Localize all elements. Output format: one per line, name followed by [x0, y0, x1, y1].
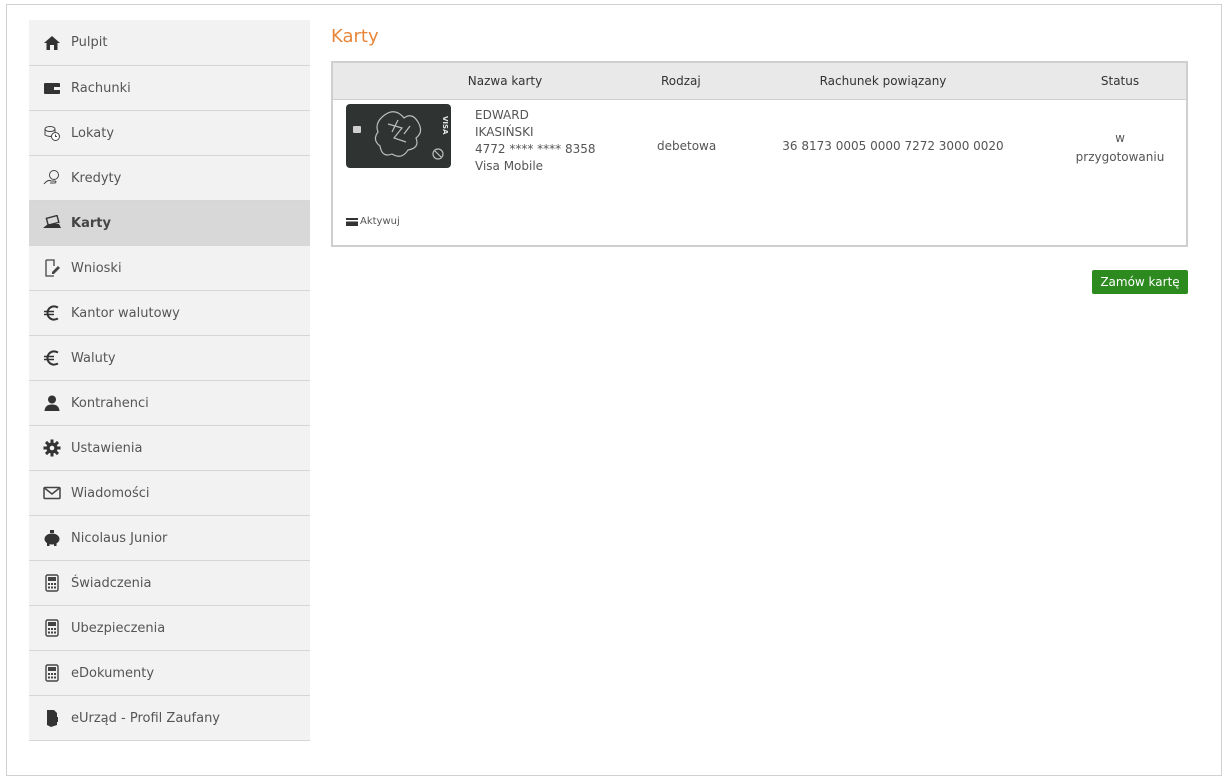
card-image[interactable]: VISA: [346, 104, 451, 168]
envelope-icon: [42, 483, 62, 503]
sidebar-item-nicolaus-junior[interactable]: Nicolaus Junior: [29, 516, 310, 561]
sidebar-item-label: eUrząd - Profil Zaufany: [71, 710, 220, 726]
sidebar-item-label: Świadczenia: [71, 575, 152, 591]
sidebar-item-label: Ubezpieczenia: [71, 620, 166, 636]
sidebar-item-label: Kredyty: [71, 170, 122, 186]
sidebar-item-eurzad[interactable]: eUrząd - Profil Zaufany: [29, 696, 310, 741]
sidebar-item-kantor-walutowy[interactable]: Kantor walutowy: [29, 291, 310, 336]
sidebar-item-karty[interactable]: Karty: [29, 201, 310, 246]
sidebar-item-label: Nicolaus Junior: [71, 530, 168, 546]
column-header-type: Rodzaj: [661, 74, 701, 88]
column-header-linked-account: Rachunek powiązany: [819, 74, 947, 88]
person-icon: [42, 393, 62, 413]
sidebar-item-ubezpieczenia[interactable]: Ubezpieczenia: [29, 606, 310, 651]
document-pen-icon: [42, 258, 62, 278]
card-hand-icon: [42, 213, 62, 233]
sidebar-nav: Pulpit Rachunki Lokaty Kredyty Karty Wni…: [29, 20, 310, 741]
cards-table: Nazwa karty Rodzaj Rachunek powiązany St…: [331, 61, 1188, 247]
sidebar-item-label: Lokaty: [71, 125, 115, 141]
card-name: Visa Mobile: [475, 159, 544, 173]
sidebar-item-pulpit[interactable]: Pulpit: [29, 20, 310, 66]
sidebar-item-label: Wnioski: [71, 260, 122, 276]
card-status: w przygotowaniu: [1070, 129, 1170, 167]
sidebar-item-edokumenty[interactable]: eDokumenty: [29, 651, 310, 696]
sidebar-item-rachunki[interactable]: Rachunki: [29, 66, 310, 111]
column-header-card-name: Nazwa karty: [467, 74, 543, 88]
sidebar-item-label: Kantor walutowy: [71, 305, 180, 321]
sidebar-item-label: Rachunki: [71, 80, 131, 96]
sidebar-item-label: Kontrahenci: [71, 395, 149, 411]
sidebar-item-label: Wiadomości: [71, 485, 150, 501]
piggy-bank-icon: [42, 528, 62, 548]
card-type: debetowa: [657, 139, 717, 153]
order-card-button[interactable]: Zamów kartę: [1092, 270, 1188, 294]
card-number: 4772 **** **** 8358: [475, 142, 596, 156]
table-header: Nazwa karty Rodzaj Rachunek powiązany St…: [333, 63, 1186, 100]
euro-icon: [42, 348, 62, 368]
card-holder-first-name: EDWARD: [475, 108, 529, 122]
sidebar-item-kredyty[interactable]: Kredyty: [29, 156, 310, 201]
calculator-icon: [42, 618, 62, 638]
linked-account: 36 8173 0005 0000 7272 3000 0020: [782, 139, 1004, 153]
card-icon: [346, 217, 358, 226]
home-icon: [42, 33, 62, 53]
card-holder-last-name: IKASIŃSKI: [475, 125, 534, 139]
sidebar-item-wiadomosci[interactable]: Wiadomości: [29, 471, 310, 516]
hand-coin-icon: [42, 168, 62, 188]
wallet-icon: [42, 78, 62, 98]
card-status-line-2: przygotowaniu: [1075, 150, 1165, 164]
activate-label: Aktywuj: [360, 216, 400, 227]
sidebar-item-label: Ustawienia: [71, 440, 143, 456]
coins-clock-icon: [42, 123, 62, 143]
page-title: Karty: [331, 26, 379, 47]
column-header-status: Status: [1100, 74, 1140, 88]
activate-link[interactable]: Aktywuj: [346, 216, 400, 227]
sidebar-item-lokaty[interactable]: Lokaty: [29, 111, 310, 156]
sidebar-item-ustawienia[interactable]: Ustawienia: [29, 426, 310, 471]
sidebar-item-swiadczenia[interactable]: Świadczenia: [29, 561, 310, 606]
calculator-icon: [42, 573, 62, 593]
sidebar-item-label: Karty: [71, 215, 111, 231]
euro-icon: [42, 303, 62, 323]
calculator-icon: [42, 663, 62, 683]
sidebar-item-waluty[interactable]: Waluty: [29, 336, 310, 381]
id-badge-icon: [42, 708, 62, 728]
card-status-line-1: w: [1115, 131, 1125, 145]
gear-icon: [42, 438, 62, 458]
sidebar-item-label: Waluty: [71, 350, 116, 366]
sidebar-item-label: eDokumenty: [71, 665, 155, 681]
sidebar-item-kontrahenci[interactable]: Kontrahenci: [29, 381, 310, 426]
sidebar-item-wnioski[interactable]: Wnioski: [29, 246, 310, 291]
sidebar-item-label: Pulpit: [71, 35, 108, 50]
card-brand-text: VISA: [441, 116, 449, 135]
card-holder-block: EDWARD IKASIŃSKI 4772 **** **** 8358 Vis…: [475, 107, 596, 175]
